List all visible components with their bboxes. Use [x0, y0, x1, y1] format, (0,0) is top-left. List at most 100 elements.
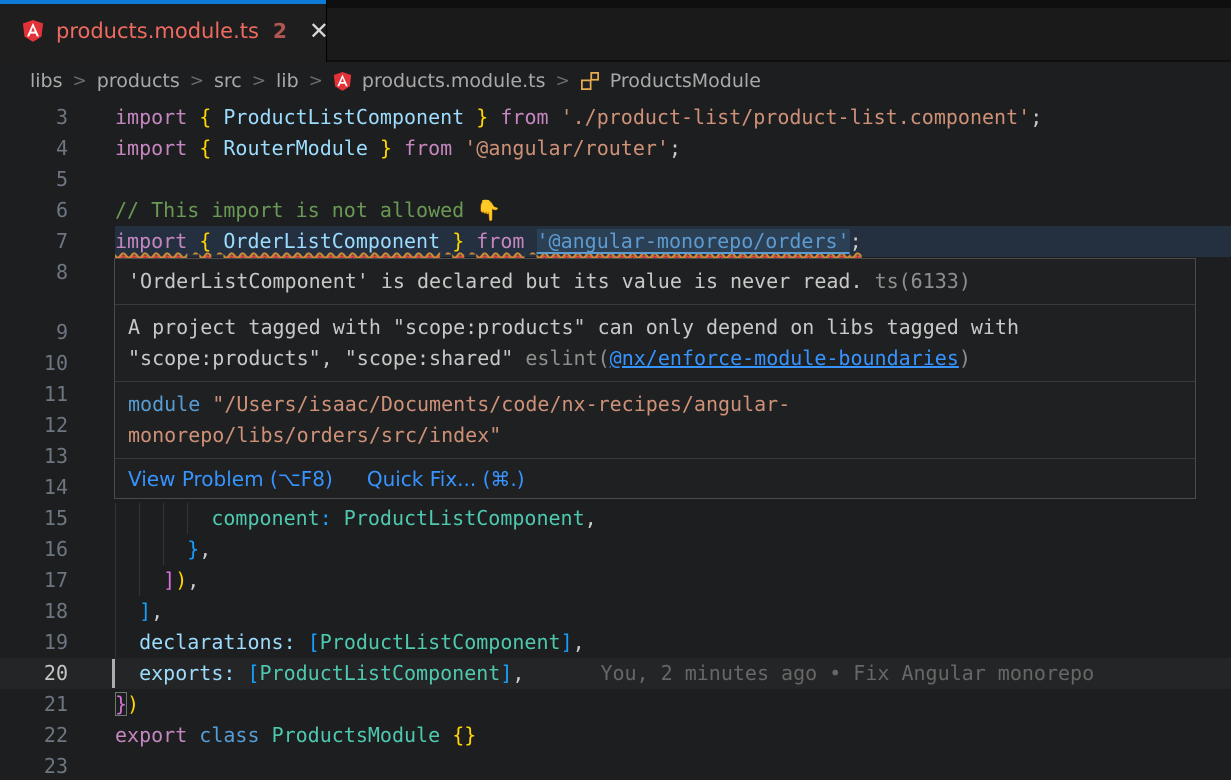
breadcrumb-item-lib[interactable]: lib [276, 70, 299, 92]
code-line-content[interactable]: component: ProductListComponent, [115, 503, 1231, 534]
line-number[interactable]: 20 [0, 658, 68, 689]
breadcrumb-item-libs[interactable]: libs [30, 70, 63, 92]
code-token: '@angular/router' [464, 136, 669, 160]
code-line-22[interactable]: 22 export class ProductsModule {} [0, 720, 1231, 751]
chevron-separator: > [252, 71, 266, 91]
code-line-content[interactable]: ]), [115, 565, 1231, 596]
module-path-line1: module "/Users/isaac/Documents/code/nx-r… [128, 389, 1182, 420]
code-token: OrderListComponent [223, 229, 440, 253]
ts-diagnostic-source: ts(6133) [875, 269, 971, 293]
code-token: ; [1030, 105, 1042, 129]
code-line-content[interactable] [115, 751, 1231, 780]
code-line-3[interactable]: 3 import { ProductListComponent } from '.… [0, 102, 1231, 133]
code-line-15[interactable]: 15 component: ProductListComponent, [0, 503, 1231, 534]
indent-guide [139, 565, 140, 596]
line-number[interactable]: 12 [0, 410, 68, 441]
line-number[interactable]: 19 [0, 627, 68, 658]
code-line-4[interactable]: 4 import { RouterModule } from '@angular/… [0, 133, 1231, 164]
code-token: export [115, 723, 187, 747]
indent-guide [115, 565, 116, 596]
line-number[interactable]: 15 [0, 503, 68, 534]
code-line-content[interactable]: import { ProductListComponent } from './… [115, 102, 1231, 133]
code-token [549, 105, 561, 129]
code-line-7[interactable]: 7 import { OrderListComponent } from '@an… [0, 226, 1231, 257]
code-token: , [151, 599, 163, 623]
code-token: ProductsModule [272, 723, 441, 747]
code-token [260, 723, 272, 747]
code-line-19[interactable]: 19 declarations: [ProductListComponent], [0, 627, 1231, 658]
code-line-content[interactable]: ], [115, 596, 1231, 627]
eslint-rule-link[interactable]: @nx/enforce-module-boundaries [610, 346, 959, 370]
line-number[interactable]: 10 [0, 348, 68, 379]
line-number[interactable]: 4 [0, 133, 68, 164]
line-number[interactable]: 14 [0, 472, 68, 503]
code-line-17[interactable]: 17 ]), [0, 565, 1231, 596]
tab-products-module[interactable]: products.module.ts 2 ✕ [0, 0, 327, 62]
indent-guide [115, 534, 116, 565]
code-token: ] [163, 568, 175, 592]
code-token [115, 599, 139, 623]
diagnostics-hover-popup: 'OrderListComponent' is declared but its… [114, 258, 1196, 499]
line-number[interactable]: 13 [0, 441, 68, 472]
line-number[interactable]: 6 [0, 195, 68, 226]
breadcrumb-item-src[interactable]: src [214, 70, 242, 92]
quick-fix-action[interactable]: Quick Fix... (⌘.) [367, 467, 525, 491]
line-number[interactable]: 5 [0, 164, 68, 195]
code-line-6[interactable]: 6 // This import is not allowed 👇 [0, 195, 1231, 226]
code-line-18[interactable]: 18 ], [0, 596, 1231, 627]
line-number[interactable]: 16 [0, 534, 68, 565]
code-token [392, 136, 404, 160]
line-number[interactable]: 7 [0, 226, 68, 257]
code-token [332, 506, 344, 530]
code-token: } [476, 105, 488, 129]
line-number[interactable]: 9 [0, 317, 68, 348]
tab-bar: products.module.ts 2 ✕ [0, 0, 1231, 62]
close-icon[interactable]: ✕ [309, 19, 329, 43]
line-number[interactable]: 23 [0, 751, 68, 780]
code-line-content[interactable]: exports: [ProductListComponent],You, 2 m… [115, 658, 1231, 689]
code-editor[interactable]: 3 import { ProductListComponent } from '.… [0, 100, 1231, 780]
breadcrumb-item-symbol[interactable]: ProductsModule [610, 70, 761, 92]
code-line-content[interactable]: }, [115, 534, 1231, 565]
code-line-content[interactable]: import { RouterModule } from '@angular/r… [115, 133, 1231, 164]
code-line-content[interactable]: export class ProductsModule {} [115, 720, 1231, 751]
line-number[interactable]: 21 [0, 689, 68, 720]
view-problem-action[interactable]: View Problem (⌥F8) [128, 467, 333, 491]
code-line-5[interactable]: 5 [0, 164, 1231, 195]
breadcrumb-item-file[interactable]: products.module.ts [362, 70, 546, 92]
breadcrumb-item-products[interactable]: products [97, 70, 180, 92]
code-line-21[interactable]: 21}) [0, 689, 1231, 720]
line-number[interactable]: 17 [0, 565, 68, 596]
line-number[interactable]: 3 [0, 102, 68, 133]
line-number[interactable]: 18 [0, 596, 68, 627]
code-line-content[interactable]: }) [115, 689, 1231, 720]
git-blame-annotation: You, 2 minutes ago • Fix Angular monorep… [600, 661, 1094, 685]
code-line-content[interactable]: declarations: [ProductListComponent], [115, 627, 1231, 658]
code-line-16[interactable]: 16 }, [0, 534, 1231, 565]
code-line-content[interactable] [115, 164, 1231, 195]
angular-icon [22, 19, 44, 43]
angular-icon [333, 71, 352, 92]
code-token: ProductListComponent [344, 506, 585, 530]
code-token: ProductListComponent [223, 105, 464, 129]
line-number[interactable]: 11 [0, 379, 68, 410]
code-line-20[interactable]: 20 exports: [ProductListComponent],You, … [0, 658, 1231, 689]
code-token: ) [175, 568, 187, 592]
text-cursor [112, 659, 115, 688]
code-line-content[interactable]: import { OrderListComponent } from '@ang… [115, 226, 1231, 257]
code-token: '@angular-monorepo/orders' [537, 229, 850, 253]
code-token: // This import is not allowed 👇 [115, 198, 501, 222]
indent-guide [115, 596, 116, 627]
code-token [187, 136, 199, 160]
tab-error-count: 2 [273, 19, 287, 43]
code-token: : [320, 506, 332, 530]
code-line-content[interactable]: // This import is not allowed 👇 [115, 195, 1231, 226]
hover-actions-bar: View Problem (⌥F8) Quick Fix... (⌘.) [115, 459, 1195, 498]
code-token: [ [247, 661, 259, 685]
code-token: from [404, 136, 452, 160]
code-line-23[interactable]: 23 [0, 751, 1231, 780]
code-token [235, 661, 247, 685]
line-number[interactable]: 22 [0, 720, 68, 751]
error-squiggle: import { OrderListComponent } from '@ang… [115, 229, 862, 253]
line-number[interactable]: 8 [0, 257, 68, 288]
